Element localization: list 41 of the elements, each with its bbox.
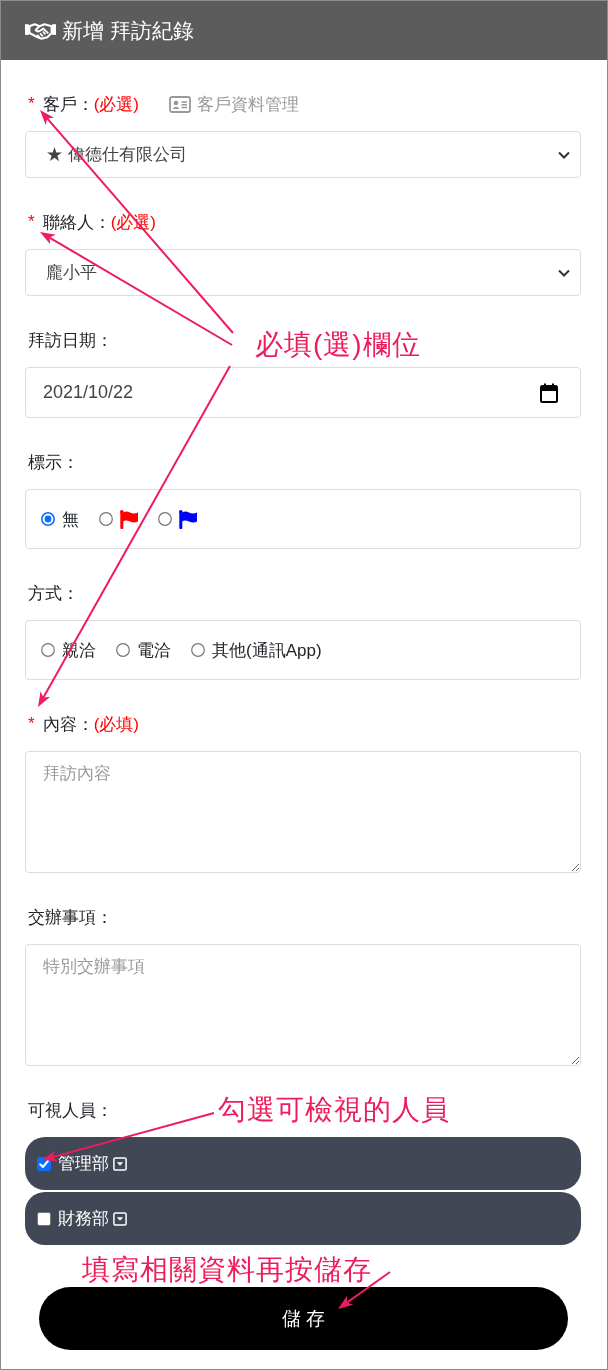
page-title: 新增 拜訪紀錄 [62,17,194,44]
radio-label: 其他(通訊App) [212,639,322,662]
radio-button[interactable] [191,643,205,657]
annotation-text: 填寫相關資料再按儲存 [82,1255,372,1285]
checkbox[interactable] [37,1211,51,1226]
dropdown-select[interactable]: 龐小平 [25,249,581,296]
calendar-icon [540,382,558,403]
required-mark: * [28,94,35,114]
text-area-field[interactable]: 拜訪內容 [25,751,581,873]
id-card-icon [168,95,191,113]
required-mark: * [28,212,35,232]
caret-square-icon[interactable] [113,1156,127,1171]
field-label: 標示： [28,451,79,474]
radio-button[interactable] [99,512,113,526]
caret-square-icon[interactable] [113,1211,127,1226]
field-label: 可視人員： [28,1099,113,1122]
annotation-text: 勾選可檢視的人員 [218,1095,450,1125]
save-button[interactable]: 儲 存 [39,1287,568,1350]
department-label: 管理部 [58,1153,109,1175]
field-label: 聯絡人： [42,211,111,234]
field-label: 拜訪日期： [28,329,113,352]
field-label: 客戶： [42,93,94,116]
required-mark: * [28,714,35,734]
date-input[interactable]: 2021/10/22 [25,367,581,418]
handshake-icon [25,20,56,41]
required-hint: (必填) [93,713,139,736]
radio-button[interactable] [41,643,55,657]
annotation-text: 必填(選)欄位 [255,330,421,360]
field-label: 內容： [42,713,94,736]
radio-button[interactable] [116,643,130,657]
field-label: 交辦事項： [28,906,113,929]
chevron-down-icon [558,150,570,159]
radio-button[interactable] [41,512,55,526]
required-hint: (必選) [93,93,139,116]
text-area-field[interactable]: 特別交辦事項 [25,944,581,1066]
chevron-down-icon [558,268,570,277]
field-label: 方式： [28,582,79,605]
radio-label: 電洽 [137,639,171,662]
radio-button[interactable] [158,512,172,526]
radio-label: 無 [62,508,79,531]
department-label: 財務部 [58,1208,109,1230]
